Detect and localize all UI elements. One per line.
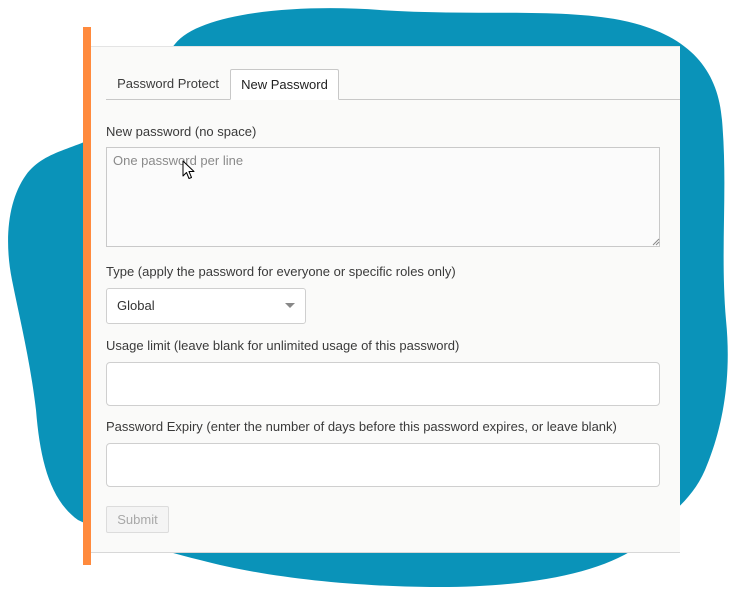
submit-button[interactable]: Submit: [106, 506, 169, 533]
tab-bar: Password Protect New Password: [106, 69, 680, 100]
new-password-label: New password (no space): [106, 124, 257, 139]
type-select-value: Global: [117, 298, 155, 313]
expiry-input[interactable]: [106, 443, 660, 487]
expiry-label: Password Expiry (enter the number of day…: [106, 419, 617, 434]
usage-limit-label: Usage limit (leave blank for unlimited u…: [106, 338, 460, 353]
settings-panel: Password Protect New Password New passwo…: [91, 46, 680, 553]
type-label: Type (apply the password for everyone or…: [106, 264, 456, 279]
tab-new-password[interactable]: New Password: [230, 69, 339, 100]
type-select[interactable]: Global: [106, 288, 306, 324]
usage-limit-input[interactable]: [106, 362, 660, 406]
caret-down-icon: [285, 303, 295, 308]
accent-bar: [83, 27, 91, 565]
tab-password-protect[interactable]: Password Protect: [106, 69, 230, 99]
resize-grip-icon[interactable]: [652, 238, 660, 246]
mouse-pointer-icon: [182, 160, 195, 179]
